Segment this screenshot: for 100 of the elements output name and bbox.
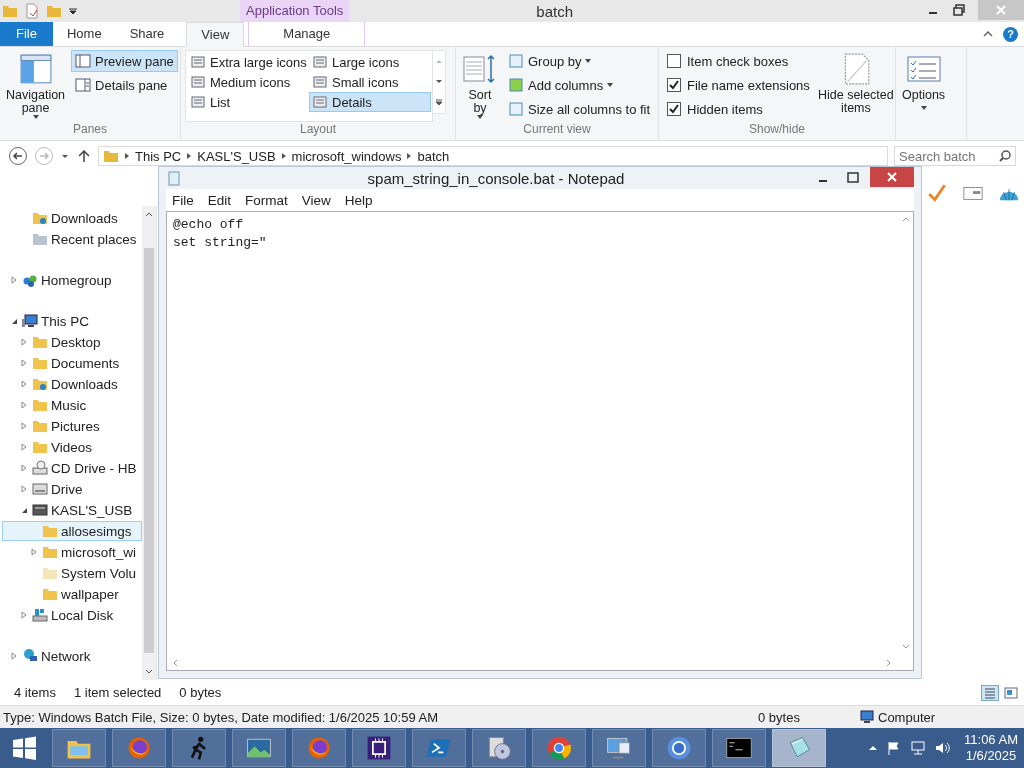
volume-icon[interactable] <box>934 740 951 756</box>
layout-option[interactable]: Small icons <box>309 72 431 92</box>
view-command-button[interactable]: Add columns <box>504 74 655 96</box>
expand-arrow-icon[interactable] <box>10 652 18 660</box>
ribbon-tab[interactable]: View <box>186 22 245 47</box>
sort-by-button[interactable]: Sort by <box>460 50 500 122</box>
tree-item[interactable]: Downloads <box>2 374 142 394</box>
back-button[interactable] <box>8 146 28 166</box>
check-box-icon[interactable] <box>667 54 681 68</box>
tree-item[interactable]: Homegroup <box>2 270 142 290</box>
help-button[interactable]: ? <box>1003 26 1018 42</box>
menu-item[interactable]: Format <box>245 192 288 208</box>
tree-item[interactable]: Drive <box>2 479 142 499</box>
expand-arrow-icon[interactable] <box>30 548 38 556</box>
breadcrumb-item[interactable]: This PC <box>135 148 182 164</box>
navigation-pane-button[interactable]: Navigation pane <box>4 50 68 122</box>
expand-arrow-icon[interactable] <box>10 276 18 284</box>
scroll-down-icon[interactable] <box>145 668 153 676</box>
tree-item[interactable]: System Volu <box>2 563 142 583</box>
menu-item[interactable]: Help <box>344 192 373 208</box>
scroll-right-icon[interactable] <box>885 659 893 667</box>
check-mark-icon[interactable] <box>926 182 948 204</box>
hide-selected-items-button[interactable]: Hide selected items <box>813 50 898 122</box>
expand-arrow-icon[interactable] <box>20 359 28 367</box>
tree-item[interactable]: Music <box>2 395 142 415</box>
pane-toggle-button[interactable]: Details pane <box>71 74 178 96</box>
expand-arrow-icon[interactable] <box>20 443 28 451</box>
breadcrumb-arrow-icon[interactable] <box>187 153 192 159</box>
layout-option[interactable]: Large icons <box>309 52 431 72</box>
expand-arrow-icon[interactable] <box>20 611 28 619</box>
expand-arrow-icon[interactable] <box>20 401 28 409</box>
scroll-down-icon[interactable] <box>435 78 443 86</box>
view-command-button[interactable]: Size all columns to fit <box>504 98 655 120</box>
ribbon-tab[interactable]: File <box>0 22 53 46</box>
large-icons-view-button[interactable] <box>1002 684 1020 701</box>
layout-option[interactable]: List <box>187 92 309 112</box>
dropdown-icon[interactable] <box>68 6 78 16</box>
collapse-arrow-icon[interactable] <box>20 506 28 514</box>
tree-item[interactable]: Local Disk <box>2 605 142 625</box>
tree-item[interactable]: Videos <box>2 437 142 457</box>
layout-option[interactable]: Extra large icons <box>187 52 309 72</box>
tree-item[interactable]: Desktop <box>2 332 142 352</box>
options-button[interactable]: Options <box>900 50 948 140</box>
breadcrumb-item[interactable]: microsoft_windows <box>291 148 402 164</box>
ribbon-tab[interactable]: Share <box>115 22 179 46</box>
scrollbar[interactable] <box>142 206 156 680</box>
collapse-ribbon-icon[interactable] <box>983 29 993 39</box>
document-icon[interactable] <box>24 3 40 19</box>
tree-item[interactable]: allosesimgs <box>2 521 142 541</box>
search-field[interactable]: Search batch <box>894 146 1016 166</box>
tree-item[interactable]: Downloads <box>2 208 142 228</box>
network-icon[interactable] <box>910 740 927 756</box>
breadcrumb-arrow-icon[interactable] <box>281 153 286 159</box>
show-hidden-icons-icon[interactable] <box>868 743 879 753</box>
taskbar-button[interactable] <box>712 729 766 767</box>
expand-arrow-icon[interactable] <box>20 338 28 346</box>
breadcrumb-item[interactable]: KASL'S_USB <box>197 148 276 164</box>
check-box-icon[interactable] <box>667 102 681 116</box>
text-editor[interactable]: @echo off set string=" <box>166 211 914 671</box>
layout-option[interactable]: Details <box>309 92 431 112</box>
layout-option[interactable]: Medium icons <box>187 72 309 92</box>
close-button[interactable] <box>870 167 914 187</box>
expand-gallery-icon[interactable] <box>435 98 443 107</box>
scrollbar-thumb[interactable] <box>144 248 154 653</box>
tree-item[interactable]: microsoft_wi <box>2 542 142 562</box>
address-bar[interactable]: This PC KASL'S_USB microsoft_windows batch <box>98 146 888 166</box>
tree-item[interactable]: Network <box>2 646 142 666</box>
pane-toggle-button[interactable]: Preview pane <box>71 50 178 72</box>
collapse-arrow-icon[interactable] <box>10 317 18 325</box>
tree-item[interactable]: KASL'S_USB <box>2 500 142 520</box>
tree-item[interactable]: This PC <box>2 311 142 331</box>
breadcrumb-arrow-icon[interactable] <box>407 153 412 159</box>
expand-arrow-icon[interactable] <box>20 380 28 388</box>
search-icon[interactable] <box>998 149 1012 163</box>
menu-item[interactable]: File <box>172 192 194 208</box>
clock-time[interactable]: 11:06 AM <box>964 732 1018 748</box>
taskbar-button[interactable] <box>172 729 226 767</box>
scroll-up-icon[interactable] <box>145 210 153 218</box>
tree-item[interactable]: wallpaper <box>2 584 142 604</box>
menu-item[interactable]: View <box>301 192 331 208</box>
check-box-icon[interactable] <box>667 78 681 92</box>
expand-arrow-icon[interactable] <box>20 485 28 493</box>
expand-arrow-icon[interactable] <box>20 422 28 430</box>
tree-item[interactable]: Documents <box>2 353 142 373</box>
tree-item[interactable]: Pictures <box>2 416 142 436</box>
scroll-left-icon[interactable] <box>171 659 179 667</box>
tree-item[interactable]: Recent places <box>2 229 142 249</box>
view-command-button[interactable]: Group by <box>504 50 655 72</box>
clock-date[interactable]: 1/6/2025 <box>965 748 1017 764</box>
details-view-button[interactable] <box>981 684 999 701</box>
breadcrumb-item[interactable]: batch <box>417 148 450 164</box>
ribbon-tab[interactable]: Home <box>52 22 116 46</box>
option-checkbox[interactable]: Hidden items <box>663 98 810 120</box>
tree-item[interactable]: CD Drive - HB <box>2 458 142 478</box>
expand-arrow-icon[interactable] <box>20 464 28 472</box>
ribbon-tab[interactable]: Manage <box>248 22 366 46</box>
menu-item[interactable]: Edit <box>207 192 232 208</box>
scroll-up-icon[interactable] <box>902 215 910 223</box>
breadcrumb-arrow-icon[interactable] <box>125 153 129 159</box>
option-checkbox[interactable]: File name extensions <box>663 74 810 96</box>
